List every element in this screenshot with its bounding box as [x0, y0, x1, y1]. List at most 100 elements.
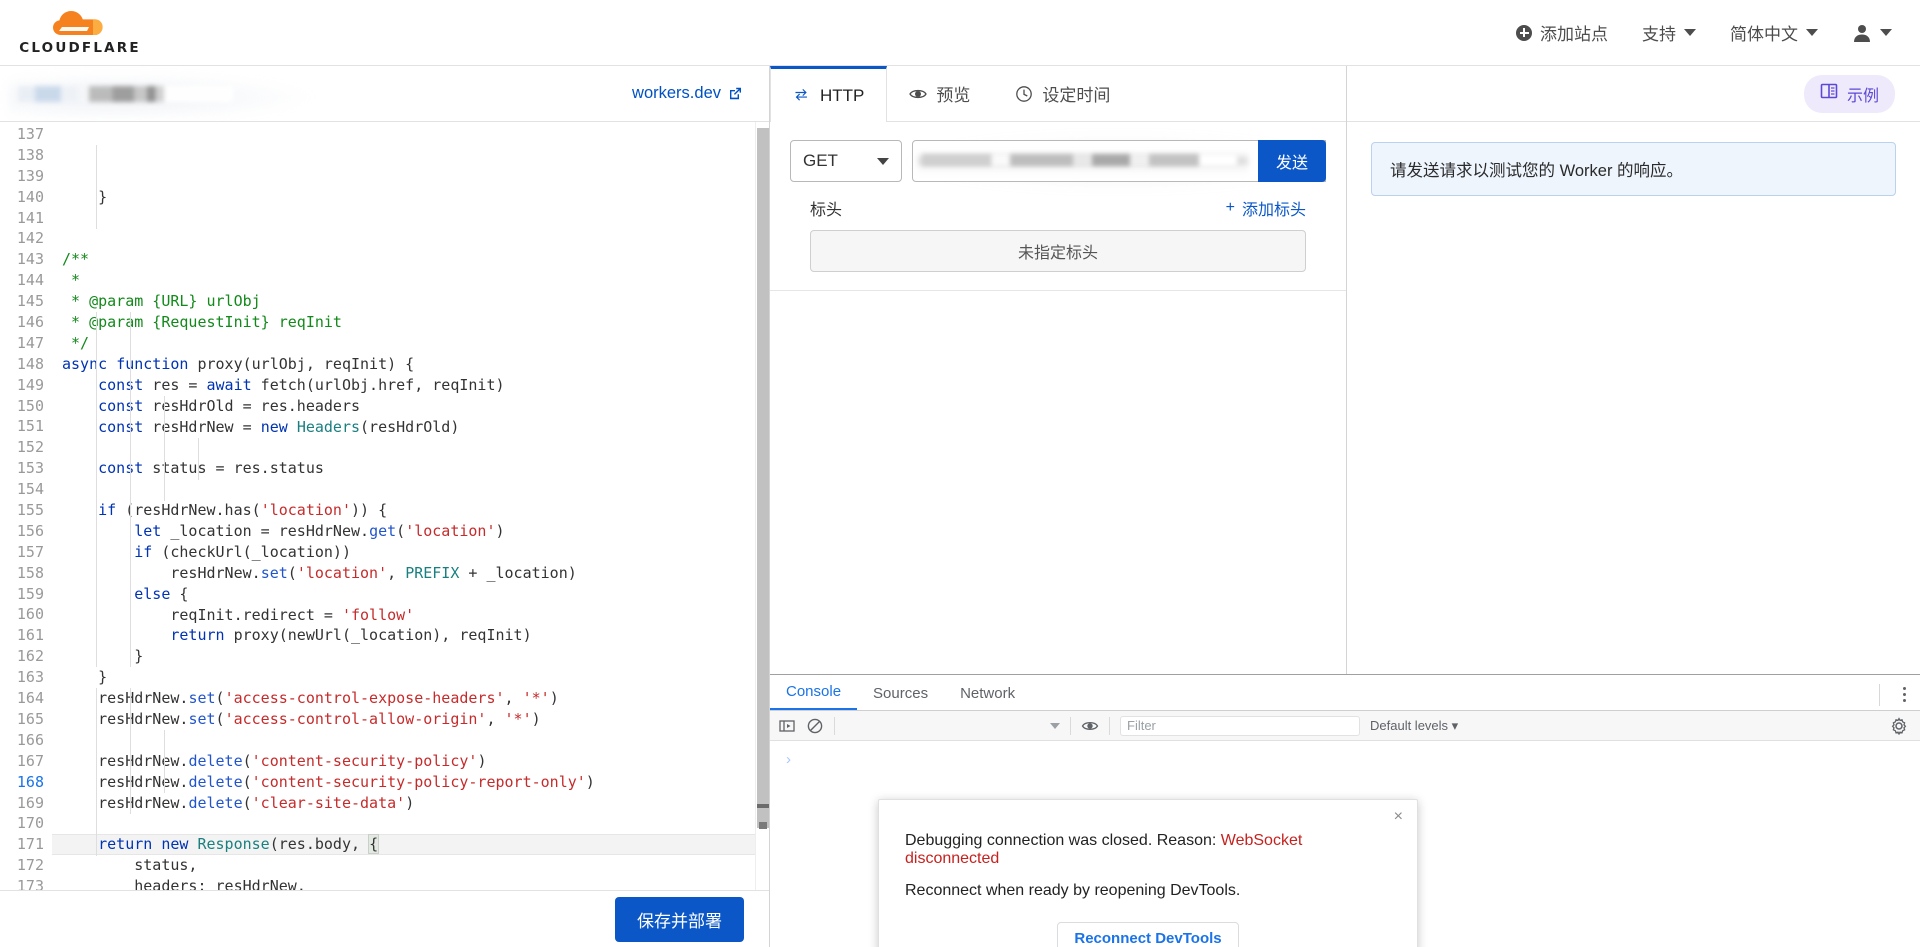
devtools-tabbar-divider: [1879, 684, 1880, 706]
code-line[interactable]: return new Response(res.body, {: [52, 834, 755, 855]
line-number: 168: [0, 772, 44, 793]
console-context-select[interactable]: [845, 723, 1060, 729]
line-number: 150: [0, 396, 44, 417]
reconnect-devtools-button[interactable]: Reconnect DevTools: [1057, 922, 1238, 947]
code-line[interactable]: if (checkUrl(_location)): [52, 542, 755, 563]
code-line[interactable]: [52, 479, 755, 500]
console-sidebar-toggle-icon[interactable]: [778, 717, 796, 735]
devtools-tab-network[interactable]: Network: [944, 685, 1031, 710]
code-line[interactable]: * @param {URL} urlObj: [52, 291, 755, 312]
code-line[interactable]: return proxy(newUrl(_location), reqInit): [52, 625, 755, 646]
console-filter-input[interactable]: Filter: [1120, 716, 1360, 736]
code-line[interactable]: [52, 813, 755, 834]
line-number: 159: [0, 584, 44, 605]
url-field-wrapper[interactable]: 发送: [912, 140, 1326, 182]
worker-name-redacted: [18, 86, 233, 102]
line-number: 142: [0, 228, 44, 249]
code-area[interactable]: 1371381391401411421431441451461471481491…: [0, 122, 755, 890]
code-line[interactable]: resHdrNew.set('location', PREFIX + _loca…: [52, 563, 755, 584]
code-line[interactable]: const res = await fetch(urlObj.href, req…: [52, 375, 755, 396]
close-icon[interactable]: ×: [1394, 808, 1403, 826]
code-line[interactable]: resHdrNew.delete('content-security-polic…: [52, 772, 755, 793]
devtools-tab-sources[interactable]: Sources: [857, 685, 944, 710]
book-icon: [1820, 82, 1838, 105]
code-line[interactable]: status,: [52, 855, 755, 876]
editor-scrollbar[interactable]: [755, 122, 769, 890]
code-line[interactable]: /**: [52, 249, 755, 270]
examples-button[interactable]: 示例: [1804, 75, 1895, 113]
tab-preview[interactable]: 预览: [887, 66, 993, 121]
dialog-message-line-1: Debugging connection was closed. Reason:…: [905, 832, 1391, 868]
console-output[interactable]: › × Debugging connection was closed. Rea…: [770, 741, 1920, 947]
workers-dev-label: workers.dev: [632, 84, 721, 103]
line-number: 144: [0, 270, 44, 291]
editor-scroll-marker: [757, 804, 769, 808]
line-number: 172: [0, 855, 44, 876]
console-log-levels-select[interactable]: Default levels ▾: [1370, 718, 1458, 734]
line-number: 139: [0, 166, 44, 187]
top-actions: 添加站点 支持 简体中文: [1516, 20, 1892, 45]
tab-http[interactable]: HTTP: [770, 66, 887, 122]
code-line[interactable]: * @param {RequestInit} reqInit: [52, 312, 755, 333]
code-line[interactable]: resHdrNew.delete('content-security-polic…: [52, 751, 755, 772]
code-line[interactable]: */: [52, 333, 755, 354]
language-menu[interactable]: 简体中文: [1730, 20, 1818, 45]
code-line[interactable]: [52, 229, 755, 250]
http-method-select[interactable]: GET: [790, 140, 902, 182]
devtools-panel: ConsoleSourcesNetwork Filter Def: [770, 674, 1920, 947]
response-body: 请发送请求以测试您的 Worker 的响应。: [1347, 122, 1920, 216]
line-number: 151: [0, 416, 44, 437]
devtools-settings-gear-icon[interactable]: [1890, 717, 1908, 735]
devtools-more-options-icon[interactable]: [1903, 687, 1906, 702]
code-line[interactable]: [52, 208, 755, 229]
send-request-button[interactable]: 发送: [1258, 140, 1326, 182]
code-line[interactable]: if (resHdrNew.has('location')) {: [52, 500, 755, 521]
code-lines[interactable]: } /** * * @param {URL} urlObj * @param {…: [52, 124, 755, 890]
response-placeholder-note: 请发送请求以测试您的 Worker 的响应。: [1371, 142, 1896, 196]
tab-label: 预览: [936, 81, 970, 106]
code-line[interactable]: async function proxy(urlObj, reqInit) {: [52, 354, 755, 375]
add-header-button[interactable]: + 添加标头: [1226, 196, 1306, 220]
code-line[interactable]: else {: [52, 584, 755, 605]
code-line[interactable]: resHdrNew.delete('clear-site-data'): [52, 793, 755, 814]
clear-console-icon[interactable]: [806, 717, 824, 735]
toolbar-divider: [1070, 717, 1071, 735]
code-line[interactable]: *: [52, 270, 755, 291]
code-line[interactable]: resHdrNew.set('access-control-allow-orig…: [52, 709, 755, 730]
account-menu[interactable]: [1852, 23, 1892, 43]
code-line[interactable]: }: [52, 667, 755, 688]
code-line[interactable]: const resHdrOld = res.headers: [52, 396, 755, 417]
line-number: 137: [0, 124, 44, 145]
headers-empty-state: 未指定标头: [810, 230, 1306, 272]
editor-scrollbar-thumb: [757, 128, 769, 828]
top-navigation-bar: CLOUDFLARE 添加站点 支持 简体中文: [0, 0, 1920, 66]
editor-viewport[interactable]: 1371381391401411421431441451461471481491…: [0, 122, 769, 890]
code-line[interactable]: let _location = resHdrNew.get('location'…: [52, 521, 755, 542]
add-site-button[interactable]: 添加站点: [1516, 20, 1608, 45]
tab-schedule[interactable]: 设定时间: [993, 66, 1133, 121]
save-and-deploy-button[interactable]: 保存并部署: [615, 897, 744, 942]
line-number: 169: [0, 793, 44, 814]
code-line[interactable]: reqInit.redirect = 'follow': [52, 605, 755, 626]
code-line[interactable]: const status = res.status: [52, 458, 755, 479]
code-editor-panel: workers.dev 1371381391401411421431441451…: [0, 66, 770, 947]
workers-dev-link[interactable]: workers.dev: [632, 84, 743, 103]
cloudflare-logo[interactable]: CLOUDFLARE: [20, 9, 140, 56]
code-line[interactable]: headers: resHdrNew,: [52, 876, 755, 890]
tab-label: 设定时间: [1042, 81, 1110, 106]
code-line[interactable]: resHdrNew.set('access-control-expose-hea…: [52, 688, 755, 709]
line-number: 162: [0, 646, 44, 667]
code-line[interactable]: [52, 730, 755, 751]
support-menu[interactable]: 支持: [1642, 20, 1696, 45]
code-line[interactable]: [52, 437, 755, 458]
toolbar-divider: [834, 717, 835, 735]
line-number: 171: [0, 834, 44, 855]
code-line[interactable]: }: [52, 646, 755, 667]
code-line[interactable]: const resHdrNew = new Headers(resHdrOld): [52, 417, 755, 438]
live-expression-eye-icon[interactable]: [1081, 717, 1099, 735]
chevron-down-icon: [877, 158, 889, 165]
devtools-tab-console[interactable]: Console: [770, 683, 857, 710]
code-line[interactable]: }: [52, 187, 755, 208]
devtools-disconnected-dialog: × Debugging connection was closed. Reaso…: [878, 799, 1418, 947]
toolbar-divider: [1109, 717, 1110, 735]
